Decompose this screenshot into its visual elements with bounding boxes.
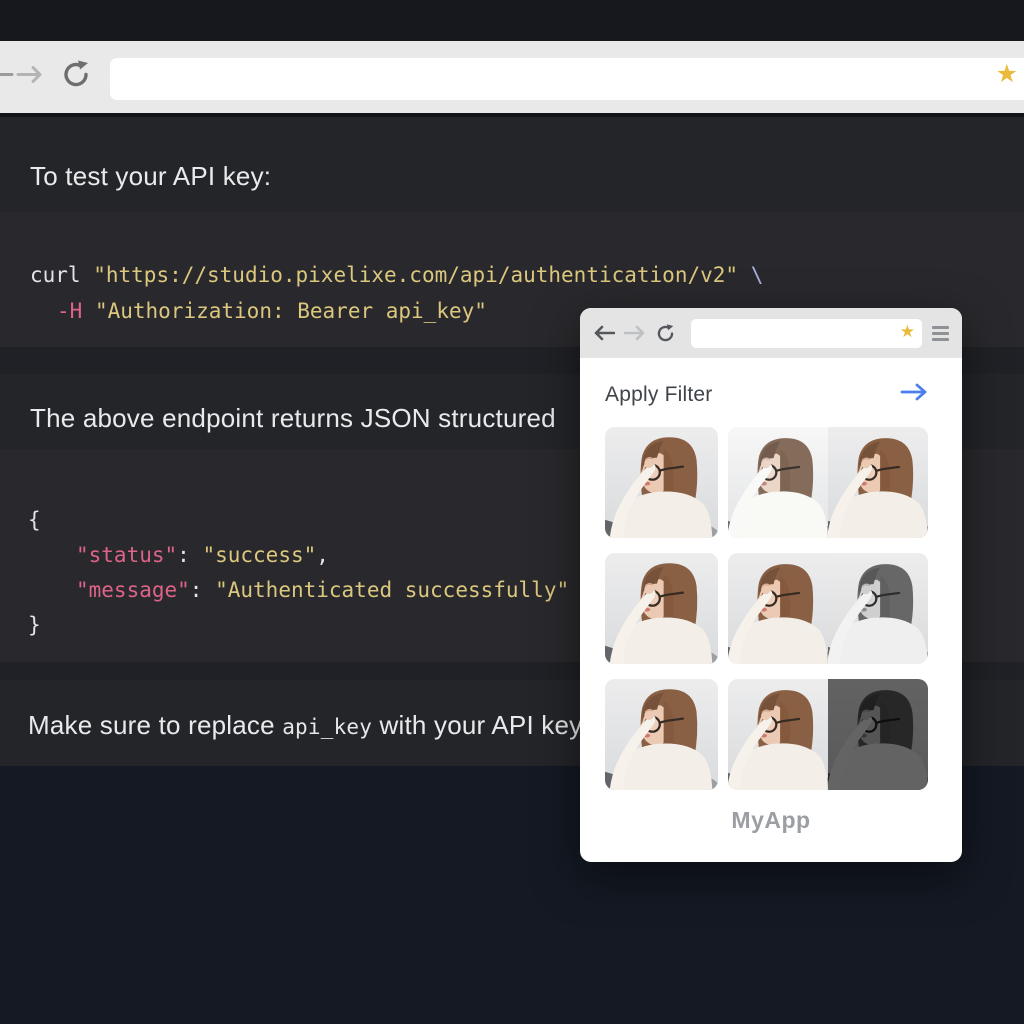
filter-thumbnail-single[interactable] [605, 679, 718, 790]
portrait-image [728, 427, 828, 538]
filter-popup-window: ★ Apply Filter [580, 308, 962, 862]
filter-thumbnail-pair[interactable] [728, 427, 928, 538]
main-url-input[interactable] [110, 58, 1024, 100]
portrait-image [728, 679, 828, 790]
portrait-image [605, 553, 718, 664]
replace-text-before: Make sure to replace [28, 710, 282, 740]
window-top-strip [0, 0, 1024, 41]
curl-cmd: curl [30, 263, 81, 287]
intro-text: To test your API key: [30, 161, 271, 192]
popup-bookmark-star-icon[interactable]: ★ [900, 323, 915, 340]
forward-arrow-icon[interactable] [16, 63, 46, 92]
replace-text: Make sure to replace api_key with your A… [28, 710, 582, 741]
screen: ★ To test your API key: curl "https://st… [0, 0, 1024, 1024]
popup-url-input[interactable] [691, 319, 922, 348]
filter-row-2 [605, 553, 928, 664]
json-status-key: "status" [76, 543, 177, 567]
curl-header-line: -H "Authorization: Bearer api_key" [57, 299, 487, 323]
popup-title-row: Apply Filter [605, 382, 928, 407]
menu-icon[interactable] [932, 326, 949, 341]
bookmark-star-icon[interactable]: ★ [996, 62, 1018, 87]
portrait-image [828, 553, 928, 664]
json-message-key: "message" [76, 578, 190, 602]
json-status-line: "status": "success", [76, 543, 329, 567]
reload-icon[interactable] [60, 59, 92, 96]
filter-row-1 [605, 427, 928, 538]
returns-text: The above endpoint returns JSON structur… [30, 403, 556, 434]
portrait-image [828, 679, 928, 790]
replace-text-after: with your API key [372, 710, 582, 740]
json-status-value: "success" [202, 543, 316, 567]
popup-browser-toolbar: ★ [580, 308, 962, 358]
portrait-image [605, 679, 718, 790]
popup-url-bar: ★ [691, 319, 922, 348]
curl-linebreak: \ [751, 263, 764, 287]
filter-thumbnail-pair[interactable] [728, 679, 928, 790]
json-comma: , [316, 543, 329, 567]
curl-flag: -H [57, 299, 82, 323]
popup-forward-arrow-icon[interactable] [624, 324, 646, 342]
portrait-image [605, 427, 718, 538]
apply-arrow-icon[interactable] [900, 382, 928, 407]
json-message-value: "Authenticated successfully" [215, 578, 569, 602]
filter-thumbnail-single[interactable] [605, 553, 718, 664]
json-message-line: "message": "Authenticated successfully" [76, 578, 569, 602]
curl-url-string: "https://studio.pixelixe.com/api/authent… [93, 263, 738, 287]
replace-code-token: api_key [282, 715, 372, 739]
curl-command-line: curl "https://studio.pixelixe.com/api/au… [30, 263, 763, 287]
filter-row-3 [605, 679, 928, 790]
filter-grid [605, 427, 928, 805]
portrait-image [728, 553, 828, 664]
popup-title: Apply Filter [605, 383, 712, 407]
app-name-label: MyApp [580, 807, 962, 834]
popup-reload-icon[interactable] [655, 323, 676, 344]
json-close-brace: } [28, 613, 41, 637]
json-colon2: : [190, 578, 203, 602]
json-colon: : [177, 543, 190, 567]
filter-thumbnail-pair[interactable] [728, 553, 928, 664]
filter-thumbnail-single[interactable] [605, 427, 718, 538]
back-arrow-icon[interactable] [0, 63, 14, 92]
portrait-image [828, 427, 928, 538]
popup-back-arrow-icon[interactable] [593, 324, 615, 342]
json-open-brace: { [28, 508, 41, 532]
curl-header-string: "Authorization: Bearer api_key" [95, 299, 487, 323]
main-browser-toolbar: ★ [0, 41, 1024, 117]
